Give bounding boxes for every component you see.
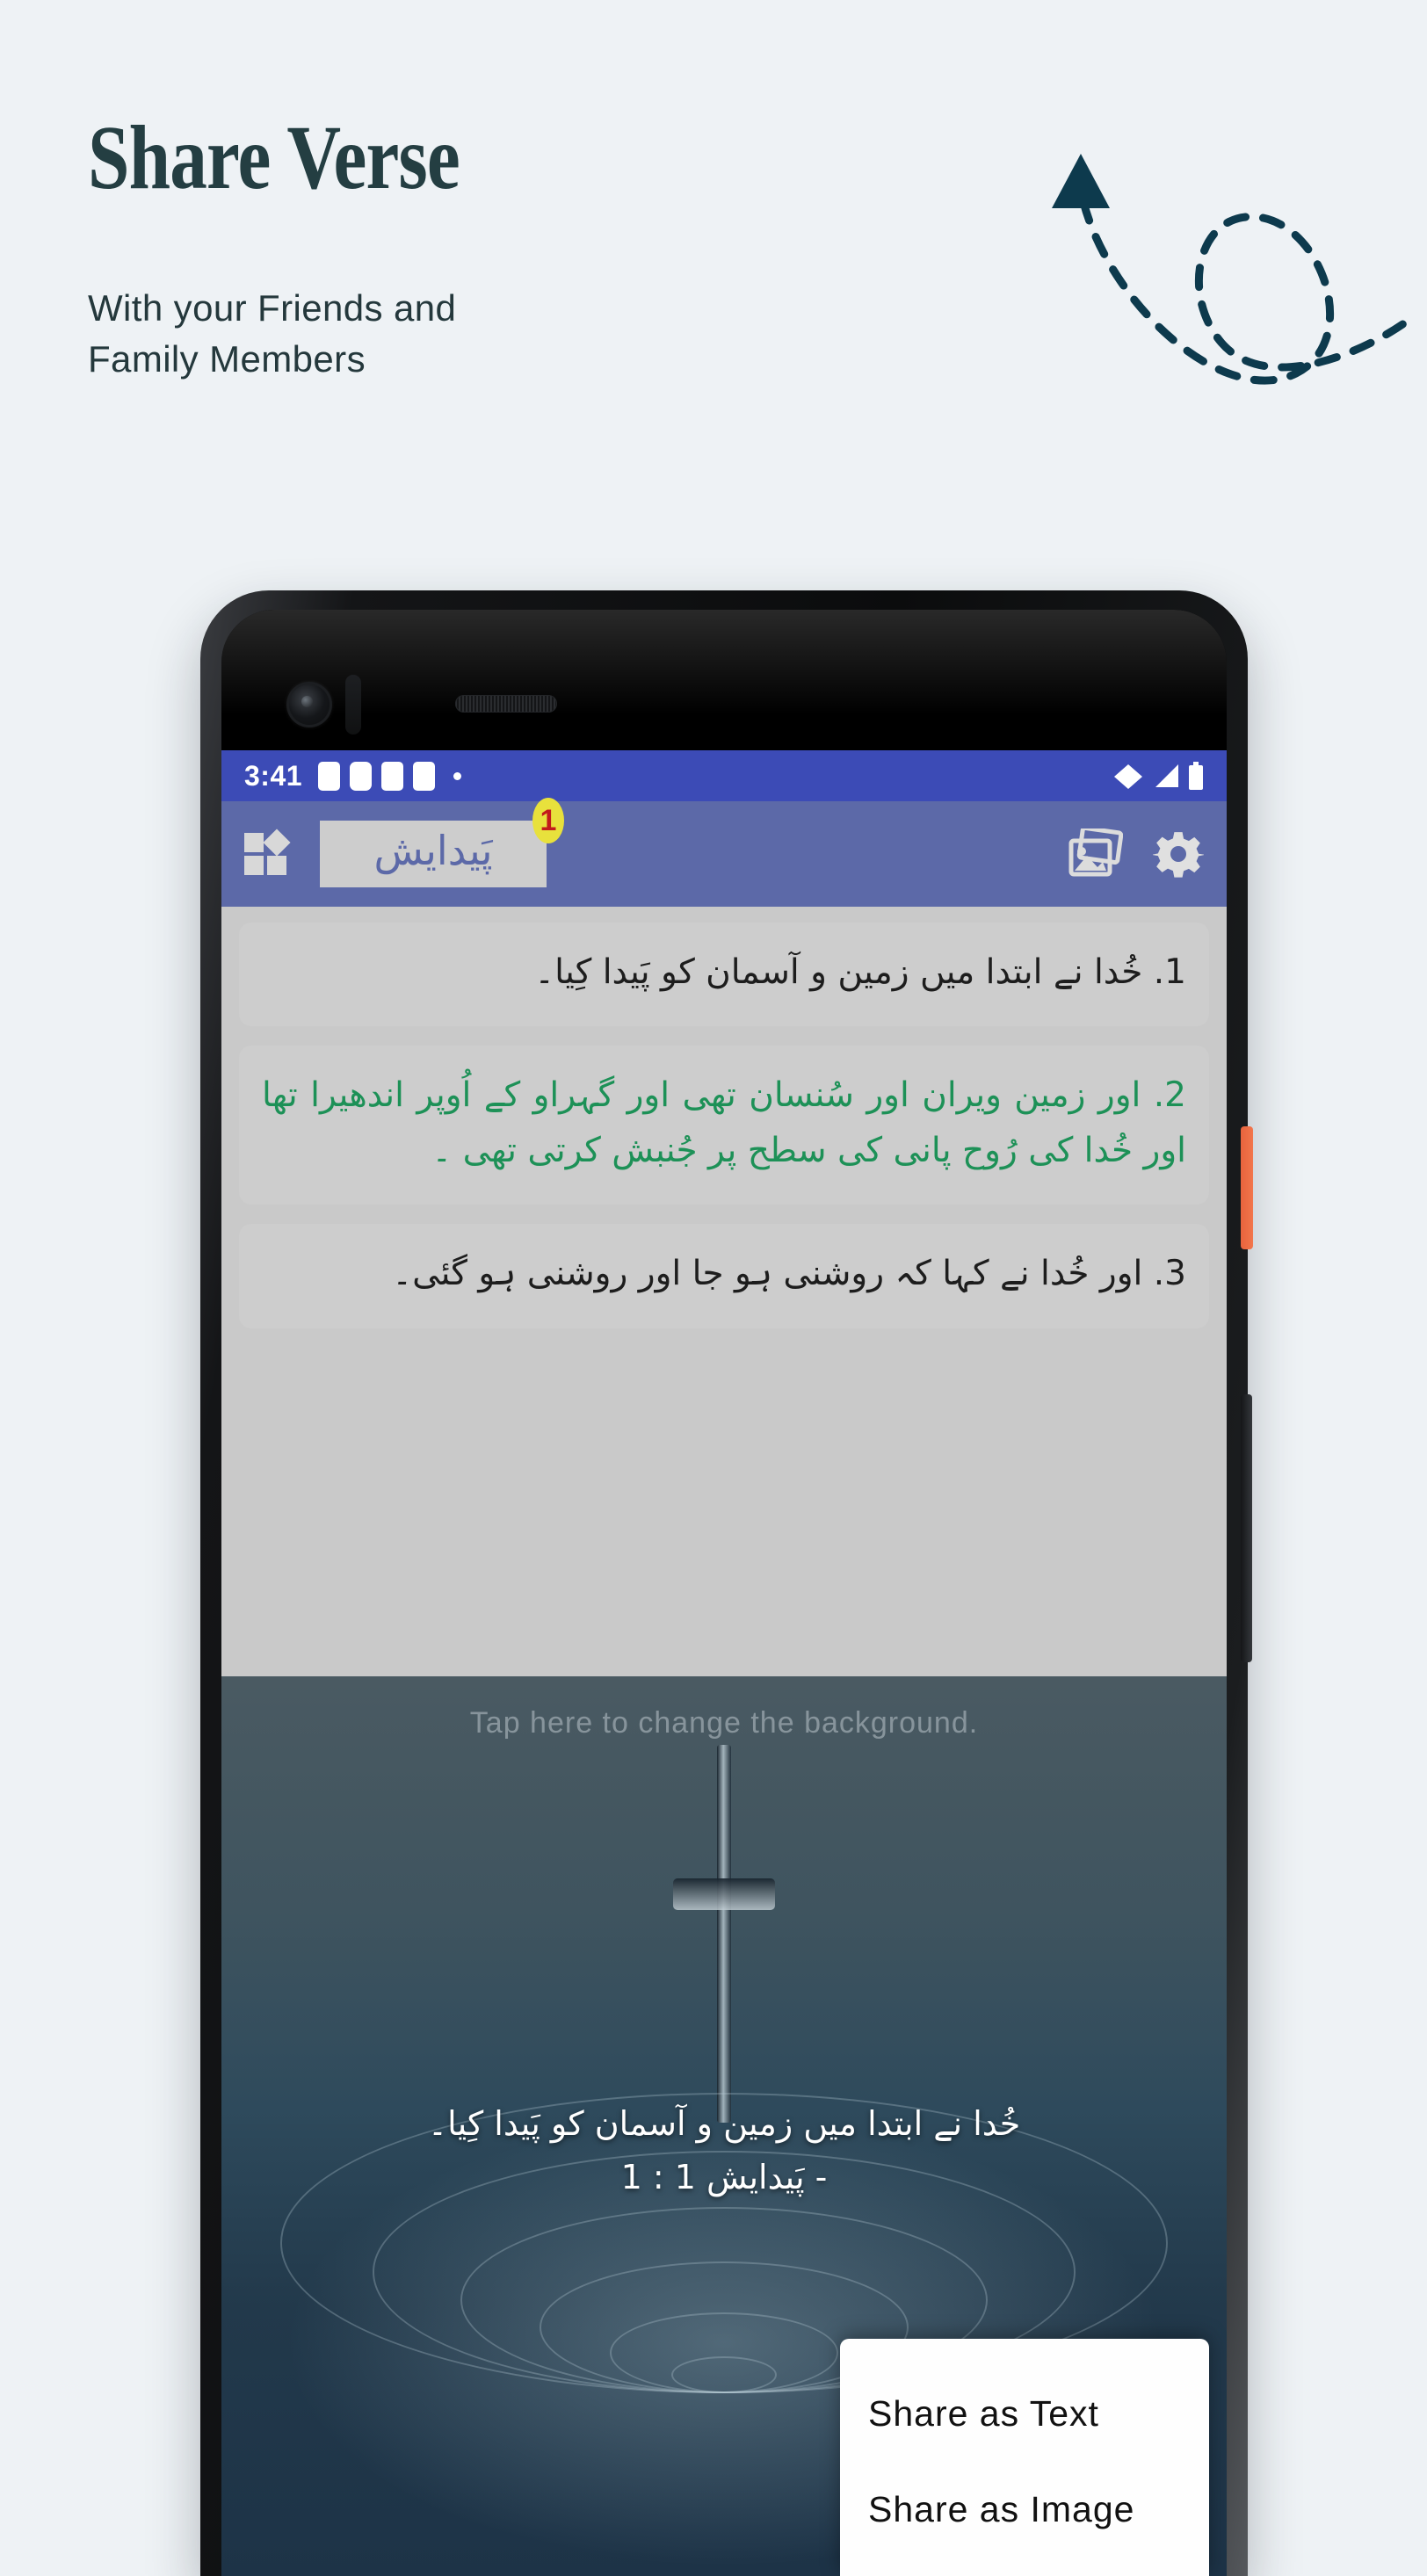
- status-bar-system-icons: [1112, 762, 1204, 790]
- bezel-glare: [221, 610, 1227, 715]
- battery-icon: [1189, 762, 1203, 790]
- verse-card[interactable]: ‏1. خُدا نے ابتدا میں زمین و آسمان کو پَ…: [239, 923, 1209, 1027]
- overlay-verse-reference: - پَیدایش 1 : 1: [620, 2158, 828, 2196]
- chapter-badge: 1: [532, 798, 564, 844]
- phone-mockup: 3:41: [200, 590, 1253, 2576]
- status-bar: 3:41: [221, 750, 1227, 801]
- share-as-image-item[interactable]: Share as Image: [840, 2473, 1209, 2546]
- notification-square-icon: [381, 761, 404, 791]
- proximity-sensor-icon: [345, 675, 361, 734]
- status-bar-notification-icons: [318, 761, 462, 791]
- verse-list: ‏1. خُدا نے ابتدا میں زمین و آسمان کو پَ…: [221, 907, 1227, 1328]
- app-bar: پَیدایش 1: [221, 798, 1227, 907]
- cross-image: [654, 1745, 794, 2123]
- share-menu: Share as Text Share as Image: [840, 2339, 1209, 2576]
- background-preview[interactable]: Tap here to change the background. ‏خُدا…: [221, 1676, 1227, 2576]
- page-title: Share Verse: [88, 107, 460, 208]
- volume-rocker-button[interactable]: [1241, 1394, 1252, 1662]
- app-window: 3:41: [221, 750, 1227, 2576]
- decorative-dashed-arrow-icon: [1052, 154, 1415, 385]
- signal-icon: [1155, 764, 1178, 787]
- status-bar-time: 3:41: [244, 759, 303, 792]
- verse-card[interactable]: ‏2. اور زمین ویران اور سُنسان تھی اور گہ…: [239, 1046, 1209, 1205]
- power-button[interactable]: [1241, 1126, 1253, 1249]
- background-change-hint: Tap here to change the background.: [469, 1706, 979, 1740]
- notification-square-icon: [413, 761, 436, 791]
- share-as-text-item[interactable]: Share as Text: [840, 2377, 1209, 2450]
- app-bar-actions: [1068, 829, 1204, 879]
- grid-dashboard-icon[interactable]: [244, 829, 291, 877]
- front-camera-icon: [286, 682, 332, 727]
- notification-dot-icon: [453, 771, 462, 780]
- overlay-verse-text: ‏خُدا نے ابتدا میں زمین و آسمان کو پَیدا…: [427, 2104, 1021, 2143]
- gear-icon[interactable]: [1153, 829, 1204, 879]
- page-subtitle: With your Friends and Family Members: [88, 287, 457, 380]
- book-selector-chip[interactable]: پَیدایش 1: [320, 798, 564, 887]
- earpiece-speaker-icon: [455, 695, 557, 713]
- gallery-image-icon[interactable]: [1068, 829, 1123, 879]
- phone-screen: 3:41: [221, 610, 1227, 2576]
- notification-square-icon: [318, 761, 341, 791]
- verse-card[interactable]: ‏3. اور خُدا نے کہا کہ روشنی ہو جا اور ر…: [239, 1224, 1209, 1328]
- book-selector-label: پَیدایش: [373, 827, 493, 875]
- notification-square-icon: [350, 761, 373, 791]
- wifi-icon: [1114, 764, 1142, 789]
